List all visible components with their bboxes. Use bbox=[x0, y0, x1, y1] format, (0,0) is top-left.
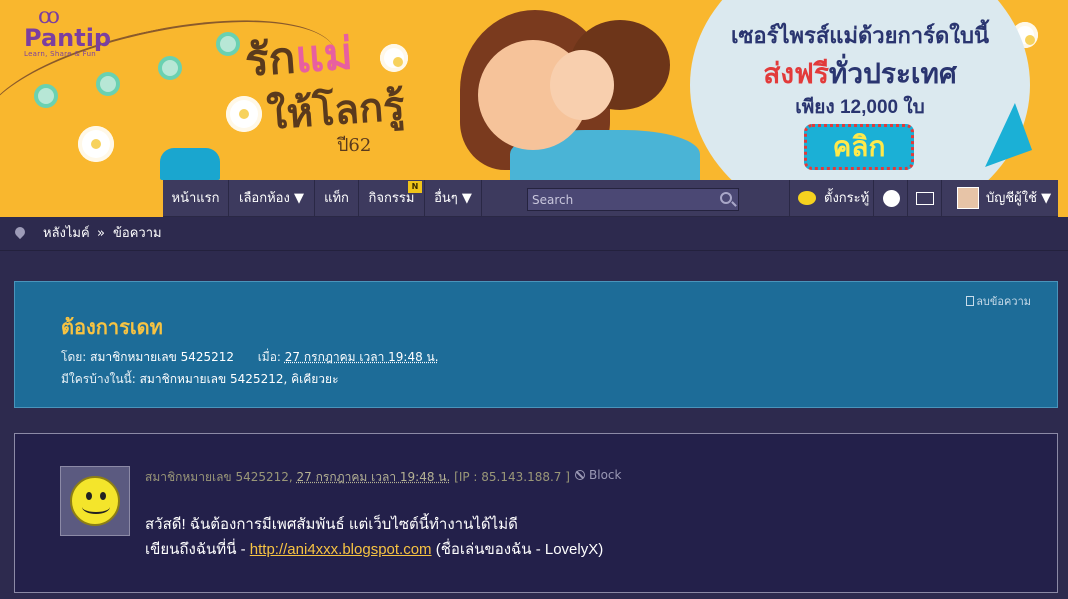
account-label: บัญชีผู้ใช้ ▼ bbox=[986, 191, 1052, 206]
message-meta: โดย: สมาชิกหมายเลข 5425212 เมื่อ: 27 กรก… bbox=[61, 348, 439, 367]
block-label: Block bbox=[589, 468, 622, 482]
nav-post-question-label: ตั้งกระทู้ bbox=[824, 191, 870, 206]
message-post: สมาชิกหมายเลข 5425212, 27 กรกฎาคม เวลา 1… bbox=[14, 433, 1058, 593]
breadcrumb: หลังไมค์ » ข้อความ bbox=[0, 217, 1068, 251]
light-bulb-icon bbox=[216, 32, 240, 56]
light-bulb-icon bbox=[96, 72, 120, 96]
nav-home[interactable]: หน้าแรก bbox=[163, 180, 229, 217]
message-title: ต้องการเดท bbox=[61, 315, 163, 339]
account-menu[interactable]: บัญชีผู้ใช้ ▼ bbox=[941, 180, 1058, 217]
nav-tags[interactable]: แท็ก bbox=[315, 180, 359, 217]
messages-button[interactable] bbox=[907, 180, 941, 217]
block-button[interactable]: Block bbox=[575, 468, 621, 482]
when-label: เมื่อ: bbox=[257, 350, 281, 364]
message-datetime: 27 กรกฎาคม เวลา 19:48 น. bbox=[284, 350, 439, 364]
post-author[interactable]: สมาชิกหมายเลข 5425212, bbox=[145, 470, 293, 484]
breadcrumb-room[interactable]: หลังไมค์ bbox=[43, 217, 90, 251]
post-line-2-suffix: (ชื่อเล่นของฉัน - LovelyX) bbox=[431, 541, 604, 558]
by-label: โดย: bbox=[61, 350, 87, 364]
block-icon bbox=[575, 470, 585, 480]
post-link[interactable]: http://ani4xxx.blogspot.com bbox=[250, 541, 432, 558]
post-line-1: สวัสดี! ฉันต้องการมีเพศสัมพันธ์ แต่เว็บไ… bbox=[145, 516, 518, 533]
author-name[interactable]: สมาชิกหมายเลข 5425212 bbox=[90, 350, 234, 364]
light-bulb-icon bbox=[158, 56, 182, 80]
main-navbar: หน้าแรก เลือกห้อง ▼ แท็ก กิจกรรม N อื่นๆ… bbox=[163, 180, 1058, 217]
new-badge: N bbox=[408, 181, 422, 193]
smiley-face-icon bbox=[70, 476, 120, 526]
mailbox-icon bbox=[160, 148, 220, 180]
campaign-word-love: รัก bbox=[243, 32, 298, 87]
nav-more-dropdown[interactable]: อื่นๆ ▼ bbox=[425, 180, 482, 217]
message-header: ลบข้อความ ต้องการเดท โดย: สมาชิกหมายเลข … bbox=[14, 281, 1058, 408]
breadcrumb-separator: » bbox=[97, 226, 105, 241]
search-icon[interactable] bbox=[720, 192, 732, 204]
post-body: สวัสดี! ฉันต้องการมีเพศสัมพันธ์ แต่เว็บไ… bbox=[145, 512, 603, 562]
speech-bubble-icon bbox=[798, 191, 816, 205]
post-meta: สมาชิกหมายเลข 5425212, 27 กรกฎาคม เวลา 1… bbox=[145, 468, 570, 487]
post-line-2: เขียนถึงฉันที่นี่ - http://ani4xxx.blogs… bbox=[145, 537, 603, 562]
participants: มีใครบ้างในนี้: สมาชิกหมายเลข 5425212, ค… bbox=[61, 370, 339, 389]
search-input[interactable] bbox=[528, 189, 714, 211]
promo-click-button[interactable]: คลิก bbox=[804, 124, 914, 170]
sender-avatar[interactable] bbox=[60, 466, 130, 536]
nav-activities[interactable]: กิจกรรม N bbox=[359, 180, 425, 217]
campaign-year: ปี62 bbox=[337, 135, 372, 156]
promo-free-shipping: ส่งฟรีทั่วประเทศ bbox=[690, 52, 1030, 96]
delete-message-label: ลบข้อความ bbox=[976, 295, 1031, 308]
campaign-title: รักแม่ ให้โลกรู้ ปี62 bbox=[243, 22, 425, 162]
flower-icon bbox=[78, 126, 114, 162]
light-bulb-icon bbox=[34, 84, 58, 108]
delete-message-button[interactable]: ลบข้อความ bbox=[966, 292, 1031, 310]
trash-icon bbox=[966, 296, 975, 306]
participants-label: มีใครบ้างในนี้: bbox=[61, 372, 136, 386]
envelope-icon bbox=[916, 192, 934, 205]
post-datetime: 27 กรกฎาคม เวลา 19:48 น. bbox=[296, 470, 451, 484]
promo-free-word: ส่งฟรี bbox=[763, 58, 829, 89]
pantip-logo[interactable]: ꝏ Pantip Learn, Share & Fun bbox=[24, 6, 124, 60]
nav-post-question[interactable]: ตั้งกระทู้ bbox=[789, 180, 873, 217]
breadcrumb-current: ข้อความ bbox=[113, 226, 162, 241]
emoticon-button[interactable] bbox=[873, 180, 907, 217]
user-avatar bbox=[957, 187, 979, 209]
emoticon-icon bbox=[883, 190, 900, 207]
promo-nationwide: ทั่วประเทศ bbox=[828, 58, 957, 89]
logo-name: Pantip bbox=[24, 24, 112, 52]
post-ip: [IP : 85.143.188.7 ] bbox=[454, 470, 570, 484]
campaign-word-mother: แม่ bbox=[293, 28, 355, 84]
mother-child-illustration bbox=[420, 0, 700, 190]
campaign-title-line2: ให้โลกรู้ bbox=[265, 82, 407, 139]
nav-activities-label: กิจกรรม bbox=[368, 191, 415, 206]
location-pin-icon bbox=[12, 224, 28, 240]
participants-list[interactable]: สมาชิกหมายเลข 5425212, คิเคียวยะ bbox=[140, 372, 339, 386]
nav-rooms-dropdown[interactable]: เลือกห้อง ▼ bbox=[229, 180, 315, 217]
post-line-2-prefix: เขียนถึงฉันที่นี่ - bbox=[145, 541, 250, 558]
search-box bbox=[527, 188, 739, 211]
promo-headline: เซอร์ไพรส์แม่ด้วยการ์ดใบนี้ bbox=[730, 23, 990, 48]
